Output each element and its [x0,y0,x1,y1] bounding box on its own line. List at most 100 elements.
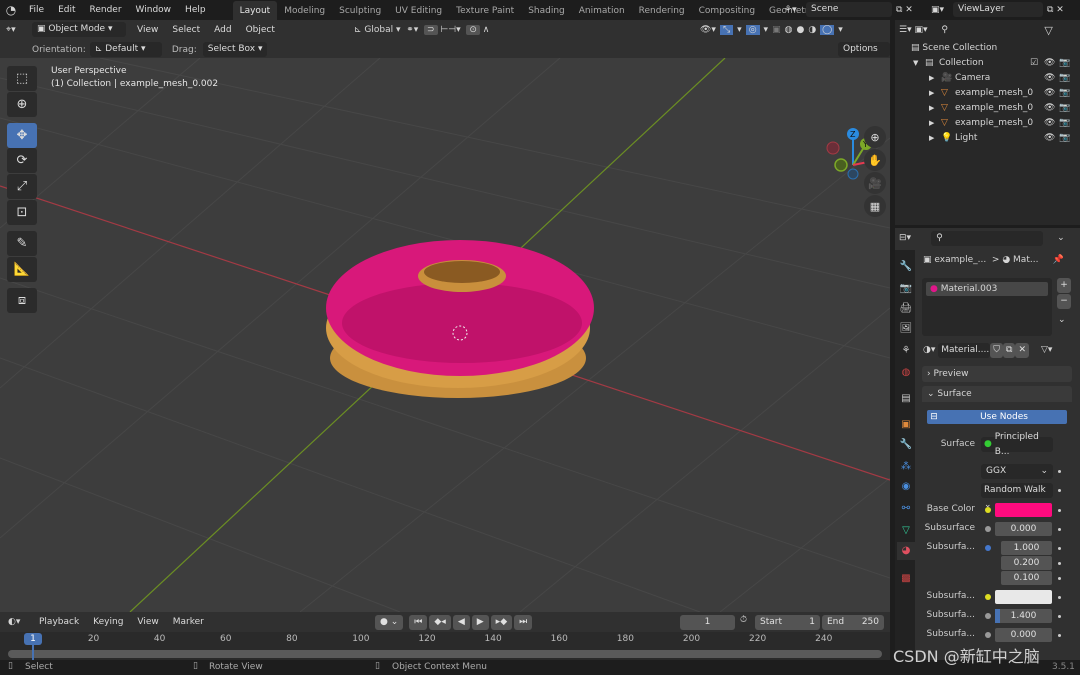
keyframe-dot[interactable] [1058,634,1061,637]
shading-rendered-icon[interactable]: ◯ [820,24,835,35]
menu-render[interactable]: Render [83,0,129,20]
outliner-item[interactable]: ▶ 💡 Light 👁 📷 [895,131,1080,146]
keyframe-dot[interactable] [1058,470,1061,473]
tab-texture-paint[interactable]: Texture Paint [449,1,521,21]
ortho-grid-icon[interactable]: ▦ [864,195,886,217]
eye-icon[interactable]: 👁 [1044,86,1055,101]
render-camera-icon[interactable]: 📷 [1059,131,1070,146]
shading-solid-icon[interactable]: ● [796,25,804,35]
editor-type-icon[interactable]: ⌖▾ [6,25,32,35]
move-icon[interactable]: ✥ [7,123,37,148]
camera-view-icon[interactable]: 🎥 [864,172,886,194]
surface-shader-field[interactable]: ● Principled B... [981,432,1053,457]
tab-texture-icon[interactable]: ▩ [897,570,915,588]
tab-compositing[interactable]: Compositing [692,1,762,21]
donut-mesh[interactable] [326,240,594,398]
mode-dropdown[interactable]: ▣ Object Mode ▾ [32,22,126,37]
timeline-menu-marker[interactable]: Marker [166,614,211,630]
outliner-item[interactable]: ▶ ▽ example_mesh_0 👁 📷 [895,101,1080,116]
eye-icon[interactable]: 👁 [1044,101,1055,116]
color-swatch[interactable] [995,503,1052,517]
keyframe-dot[interactable] [1058,528,1061,531]
eye-icon[interactable]: 👁 [1044,71,1055,86]
menu-help[interactable]: Help [178,0,213,20]
timeline-menu-keying[interactable]: Keying [86,614,130,630]
render-camera-icon[interactable]: 📷 [1059,56,1070,71]
expand-right-icon[interactable]: ▶ [929,131,941,146]
scene-field[interactable]: Scene [806,2,892,17]
jump-start-icon[interactable]: ⏮ [409,615,428,630]
keyframe-dot[interactable] [1058,615,1061,618]
socket-icon[interactable] [985,507,991,513]
snap-target-icon[interactable]: ⊢⊣▾ [438,25,467,35]
value-field[interactable]: 0.100 [1001,571,1052,585]
gizmo-toggle-icon[interactable]: ⤡ [719,24,734,35]
cursor-icon[interactable]: ⊕ [7,92,37,117]
menu-edit[interactable]: Edit [51,0,82,20]
shading-material-icon[interactable]: ◑ [808,25,816,35]
add-slot-button[interactable]: + [1057,278,1071,293]
fake-user-icon[interactable]: ⛉ [990,342,1003,358]
overlay-toggle-icon[interactable]: ◎ [745,24,760,35]
record-icon[interactable]: ● ⌄ [375,615,404,630]
outliner-item[interactable]: ▶ ▽ example_mesh_0 👁 📷 [895,116,1080,131]
orientation-dropdown[interactable]: ⊾ Default ▾ [89,42,162,57]
value-field[interactable]: 0.200 [1001,556,1052,570]
eye-icon[interactable]: 👁 [1044,116,1055,131]
outliner-item[interactable]: ▶ 🎥 Camera 👁 📷 [895,71,1080,86]
display-mode-icon[interactable]: ☰▾ [899,25,914,35]
viewlayer-field[interactable]: ViewLayer [953,2,1043,17]
socket-icon[interactable] [985,545,991,551]
next-keyframe-icon[interactable]: ▸◆ [490,615,513,630]
unlink-material-icon[interactable]: ✕ [1015,342,1029,358]
pin-icon[interactable]: 📌 [1052,255,1063,265]
tab-animation[interactable]: Animation [572,1,632,21]
keyframe-dot[interactable] [1058,509,1061,512]
socket-icon[interactable] [985,594,991,600]
outliner-item[interactable]: ▼ ▤ Collection ☑ 👁 📷 [895,56,1080,71]
render-camera-icon[interactable]: 📷 [1059,71,1070,86]
timeline-menu-playback[interactable]: Playback [32,614,86,630]
scene-selector[interactable]: ⚘▾ Scene ⧉ ✕ [784,2,913,17]
value-field[interactable]: 1.000 [1001,541,1052,555]
timeline-menu-view[interactable]: View [130,614,165,630]
prev-keyframe-icon[interactable]: ◆◂ [429,615,451,630]
frame-range-bar[interactable] [8,650,882,658]
tab-layout[interactable]: Layout [232,1,278,21]
snap-icon[interactable]: ⊃ [424,24,438,35]
viewlayer-selector[interactable]: ▣▾ ViewLayer ⧉ ✕ [931,2,1064,17]
expand-down-icon[interactable]: ▼ [913,56,925,71]
tab-sculpting[interactable]: Sculpting [332,1,388,21]
value-field[interactable]: 0.000 [995,628,1052,642]
material-name-field[interactable]: Material.... [938,342,991,358]
tab-uv-editing[interactable]: UV Editing [388,1,449,21]
keyframe-dot[interactable] [1058,547,1061,550]
playhead[interactable]: 1 [24,633,42,645]
expand-right-icon[interactable]: ▶ [929,116,941,131]
options-chevron-icon[interactable]: ⌄ [1057,233,1065,243]
pan-hand-icon[interactable]: ✋ [864,149,886,171]
filter-icon[interactable]: ▽ [1044,24,1052,37]
timeline-editor-icon[interactable]: ◐▾ [8,617,32,627]
annotate-icon[interactable]: ✎ [7,231,37,256]
xray-icon[interactable]: ▣ [772,25,781,35]
pivot-icon[interactable]: ⚭▾ [406,25,424,35]
zoom-icon[interactable]: ⊕ [864,126,886,148]
duplicate-material-icon[interactable]: ⧉ [1003,342,1016,358]
node-link-icon[interactable]: ▽▾ [1041,345,1052,355]
3d-viewport[interactable]: Z Y X User Perspective (1) Collection | … [0,58,890,612]
transform-orientation-dropdown[interactable]: Global [364,25,393,35]
color-swatch[interactable] [995,590,1052,604]
view-menu-object[interactable]: Object [239,20,282,40]
render-camera-icon[interactable]: 📷 [1059,101,1070,116]
options-dropdown[interactable]: Options ▾ [838,42,890,69]
keyframe-dot[interactable] [1058,562,1061,565]
jump-end-icon[interactable]: ⏭ [514,615,533,630]
subsurface-method-dropdown[interactable]: Random Walk ⌄ [981,483,1053,510]
tab-view-layer-icon[interactable]: 🖼 [897,320,915,338]
visibility-icon[interactable]: 👁▾ [700,25,716,35]
end-frame-field[interactable]: End 250 [822,615,884,630]
tab-rendering[interactable]: Rendering [632,1,692,21]
material-slot-list[interactable]: ● Material.003 [922,278,1052,336]
keyframe-dot[interactable] [1058,577,1061,580]
